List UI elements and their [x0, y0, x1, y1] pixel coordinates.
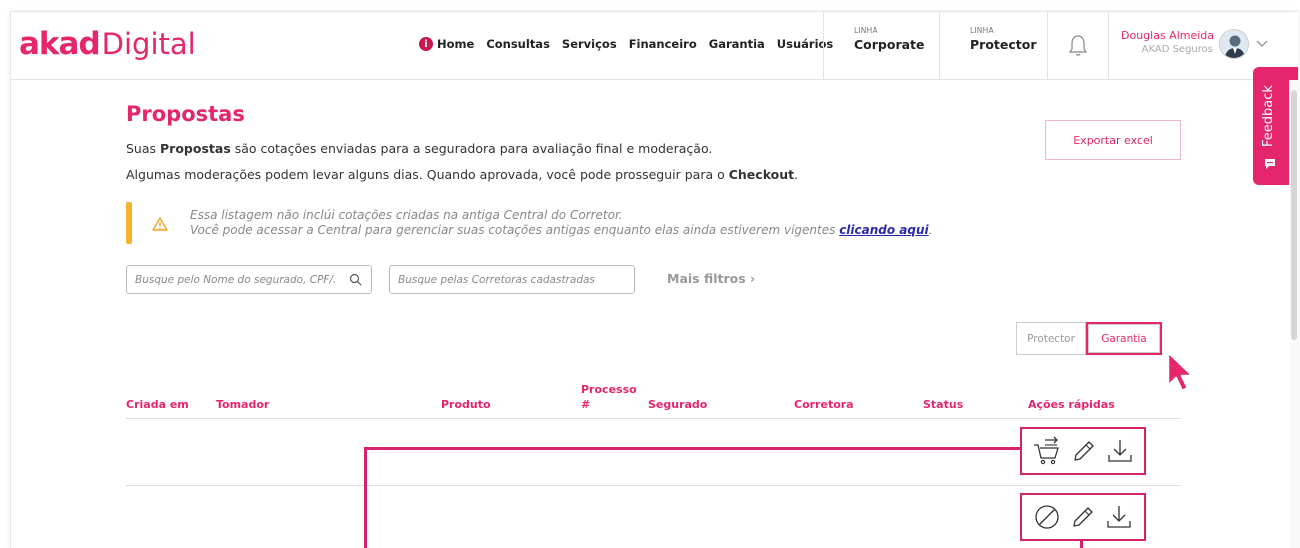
insured-search-input[interactable] — [135, 266, 335, 293]
table-header-divider — [126, 418, 1181, 419]
bell-icon — [1068, 35, 1088, 56]
nav-home-label: Home — [437, 37, 475, 51]
page-title: Propostas — [126, 102, 245, 126]
annotation-connector-vertical-right — [1080, 539, 1083, 548]
cart-arrow-icon[interactable] — [1032, 436, 1062, 466]
toggle-garantia[interactable]: Garantia — [1086, 322, 1162, 355]
col-corretora[interactable]: Corretora — [794, 398, 854, 411]
nav-home[interactable]: i Home — [419, 37, 474, 51]
warning-bar — [126, 202, 132, 244]
product-line-toggle: Protector Garantia — [1016, 322, 1162, 355]
warning-line-2-end: . — [928, 222, 933, 237]
line-corporate-tab[interactable]: LINHA Corporate — [823, 12, 939, 80]
line-protector-tab[interactable]: LINHA Protector — [939, 12, 1047, 80]
desc2-post: . — [794, 167, 799, 182]
col-processo[interactable]: Processo — [581, 383, 637, 396]
download-icon[interactable] — [1106, 437, 1134, 465]
user-menu[interactable]: Douglas Almeida AKAD Seguros — [1121, 29, 1215, 55]
pencil-icon[interactable] — [1071, 438, 1097, 464]
col-segurado[interactable]: Segurado — [648, 398, 707, 411]
export-excel-button[interactable]: Exportar excel — [1045, 120, 1181, 160]
notifications-button[interactable] — [1047, 12, 1109, 80]
broker-search-input[interactable] — [398, 266, 628, 293]
col-produto[interactable]: Produto — [441, 398, 491, 411]
app-window: akad Digital i Home Consultas Serviços F… — [10, 11, 1298, 548]
broker-search-box — [389, 265, 635, 294]
search-icon[interactable] — [349, 273, 362, 286]
top-header: akad Digital i Home Consultas Serviços F… — [11, 12, 1298, 80]
toggle-protector[interactable]: Protector — [1016, 322, 1086, 355]
col-processo-hash: # — [581, 398, 591, 411]
desc2-pre: Algumas moderações podem levar alguns di… — [126, 167, 729, 182]
desc2-bold: Checkout — [728, 167, 795, 182]
avatar[interactable] — [1219, 29, 1249, 59]
line-protector-small: LINHA — [970, 26, 994, 35]
row-2-actions — [1020, 493, 1146, 541]
page-description-1: Suas Propostas são cotações enviadas par… — [126, 141, 712, 156]
desc1-bold: Propostas — [160, 141, 231, 156]
annotation-connector-horizontal — [364, 447, 1020, 450]
col-tomador[interactable]: Tomador — [216, 398, 269, 411]
col-status[interactable]: Status — [923, 398, 963, 411]
info-icon: i — [419, 37, 433, 51]
warning-line-1: Essa listagem não inclúi cotações criada… — [190, 208, 623, 222]
user-avatar-icon — [1220, 30, 1248, 58]
row-1-actions — [1020, 427, 1146, 475]
mouse-cursor-icon — [1166, 350, 1195, 393]
line-protector-name: Protector — [970, 37, 1037, 52]
user-name: Douglas Almeida — [1121, 29, 1215, 42]
nav-financeiro[interactable]: Financeiro — [629, 37, 697, 51]
table-row-divider — [126, 485, 1181, 486]
download-icon[interactable] — [1105, 503, 1133, 531]
nav-garantia[interactable]: Garantia — [709, 37, 765, 51]
cancel-icon[interactable] — [1033, 503, 1061, 531]
logo-brand: akad — [19, 26, 101, 62]
main-nav: i Home Consultas Serviços Financeiro Gar… — [419, 37, 833, 51]
akad-digital-logo[interactable]: akad Digital — [19, 26, 196, 62]
user-company: AKAD Seguros — [1141, 44, 1213, 55]
old-central-link[interactable]: clicando aqui — [839, 223, 928, 237]
desc1-post: são cotações enviadas para a seguradora … — [230, 141, 713, 156]
pencil-icon[interactable] — [1070, 504, 1096, 530]
vertical-scrollbar[interactable] — [1289, 80, 1298, 548]
desc1-pre: Suas — [126, 141, 161, 156]
nav-servicos[interactable]: Serviços — [562, 37, 617, 51]
line-corporate-name: Corporate — [854, 37, 925, 52]
annotation-connector-vertical-left — [364, 447, 367, 548]
toggle-garantia-label: Garantia — [1088, 324, 1160, 353]
page-description-2: Algumas moderações podem levar alguns di… — [126, 167, 798, 182]
insured-search-box — [126, 265, 372, 294]
col-created[interactable]: Criada em — [126, 398, 189, 411]
scroll-thumb[interactable] — [1291, 90, 1297, 340]
warning-icon — [152, 217, 168, 231]
col-acoes: Ações rápidas — [1028, 398, 1115, 411]
warning-line-2-text: Você pode acessar a Central para gerenci… — [190, 222, 840, 237]
more-filters-link[interactable]: Mais filtros › — [667, 271, 755, 286]
warning-text: Essa listagem não inclúi cotações criada… — [190, 208, 932, 237]
warning-banner: Essa listagem não inclúi cotações criada… — [126, 202, 956, 244]
line-corporate-small: LINHA — [854, 26, 878, 35]
chat-icon — [1265, 159, 1275, 169]
chevron-down-icon[interactable] — [1256, 40, 1268, 48]
logo-product: Digital — [101, 27, 196, 61]
feedback-label: Feedback — [1261, 85, 1276, 147]
warning-line-2: Você pode acessar a Central para gerenci… — [190, 223, 932, 238]
nav-consultas[interactable]: Consultas — [486, 37, 550, 51]
